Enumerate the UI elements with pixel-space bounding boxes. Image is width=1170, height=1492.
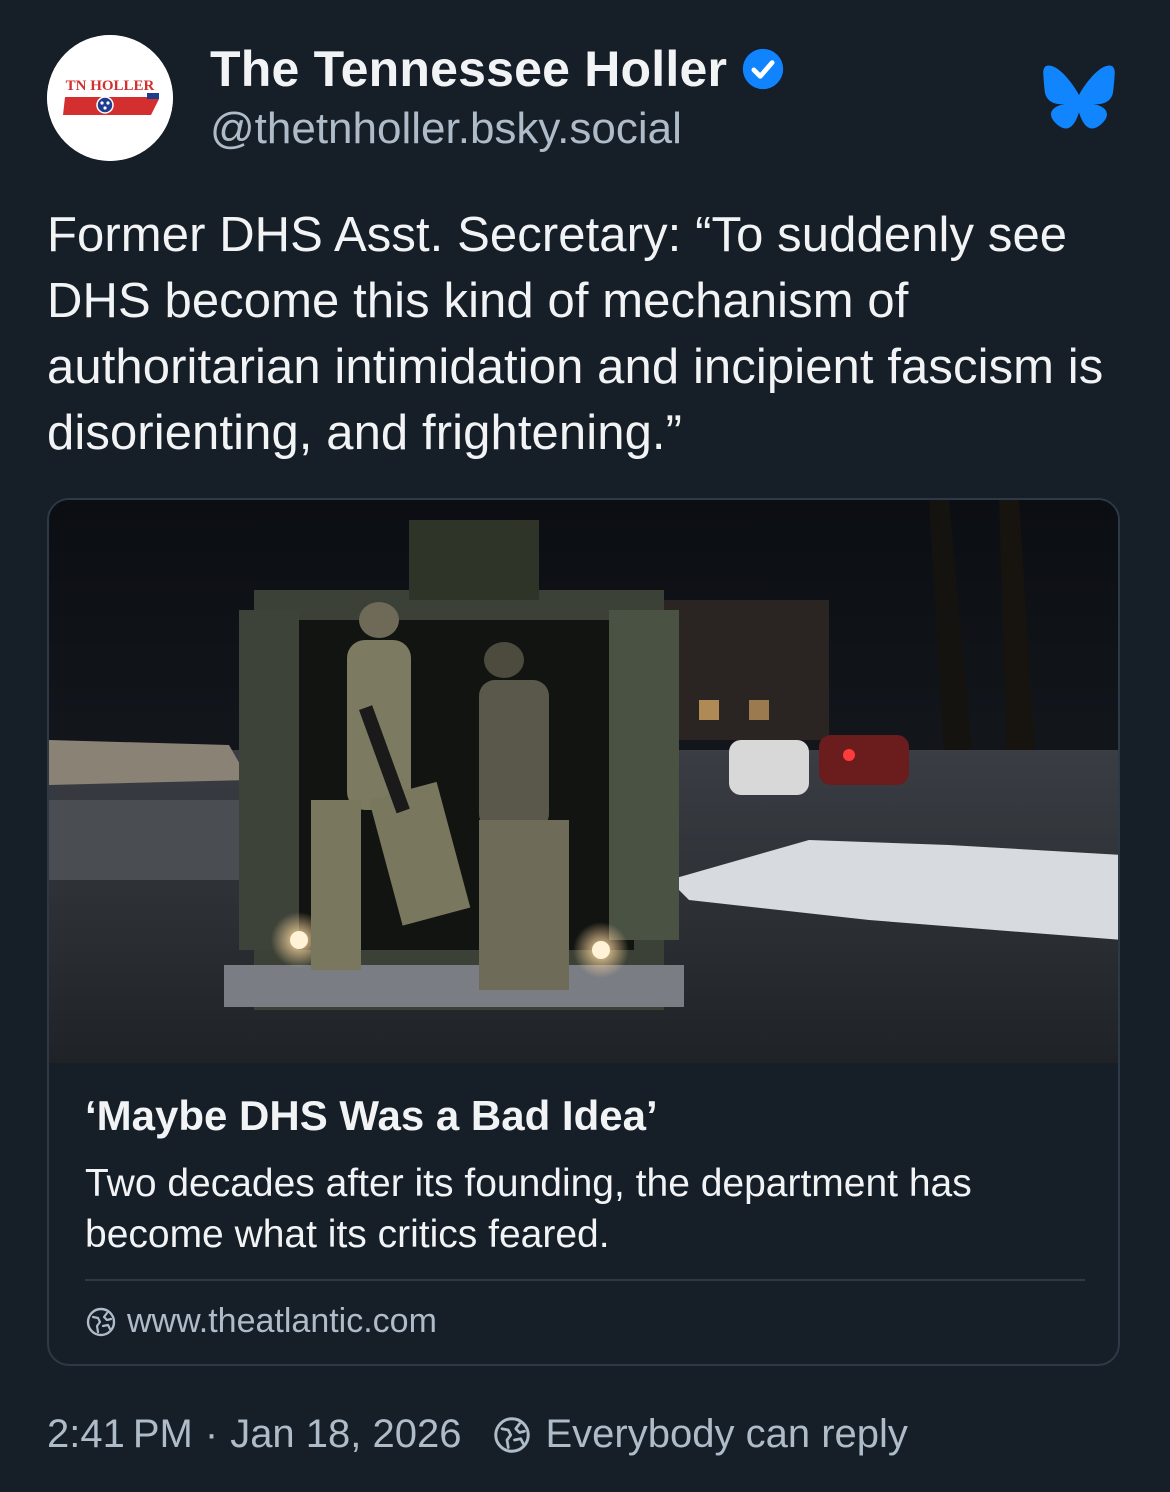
verified-badge-icon[interactable] <box>741 47 785 91</box>
footer-separator: · <box>204 1412 219 1456</box>
link-preview-card[interactable]: ‘Maybe DHS Was a Bad Idea’ Two decades a… <box>47 498 1120 1366</box>
link-preview-domain-row[interactable]: www.theatlantic.com <box>85 1302 437 1341</box>
handle[interactable]: @thetnholler.bsky.social <box>210 104 682 154</box>
avatar-logo-text: TN HOLLER <box>66 78 155 94</box>
link-preview-divider <box>85 1279 1085 1281</box>
bluesky-butterfly-icon <box>1042 64 1116 130</box>
post-footer: 2:41 PM · Jan 18, 2026 Everybody can rep… <box>47 1412 908 1457</box>
post-date: Jan 18, 2026 <box>230 1412 462 1456</box>
reply-setting[interactable]: Everybody can reply <box>546 1412 908 1457</box>
globe-icon <box>492 1415 532 1455</box>
link-preview-description: Two decades after its founding, the depa… <box>85 1162 972 1256</box>
avatar[interactable]: TN HOLLER <box>47 35 173 161</box>
globe-icon <box>85 1306 117 1338</box>
link-preview-domain: www.theatlantic.com <box>127 1302 437 1340</box>
post-card: TN HOLLER The Tennessee Holler @thetnhol… <box>0 0 1170 1492</box>
link-preview-image[interactable] <box>49 500 1118 1063</box>
link-preview-title[interactable]: ‘Maybe DHS Was a Bad Idea’ <box>85 1092 658 1140</box>
display-name[interactable]: The Tennessee Holler <box>210 40 727 98</box>
tn-holler-logo: TN HOLLER <box>47 35 173 161</box>
display-name-row[interactable]: The Tennessee Holler <box>210 40 785 98</box>
post-time: 2:41 PM <box>47 1412 193 1456</box>
post-text: Former DHS Asst. Secretary: “To suddenly… <box>47 208 1104 460</box>
